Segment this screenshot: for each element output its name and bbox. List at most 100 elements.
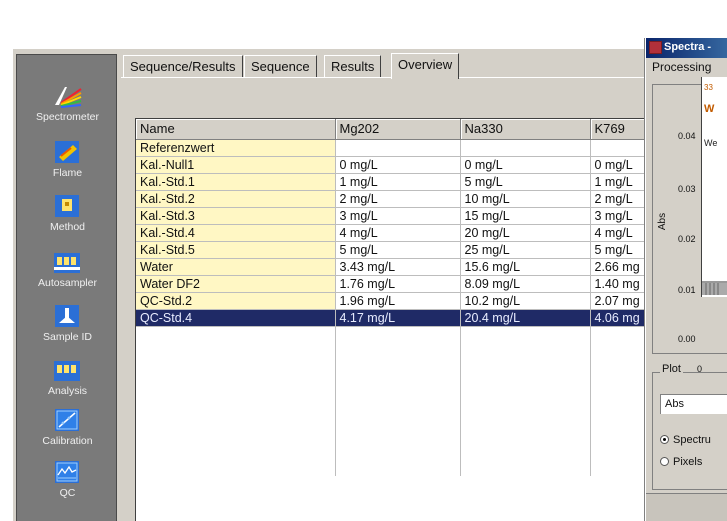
sidebar-item-label: Sample ID xyxy=(42,331,93,343)
sidebar-item-spectrometer[interactable]: Spectrometer xyxy=(17,83,116,135)
sidebar-item-flame[interactable]: Flame xyxy=(17,139,116,191)
table-row[interactable]: Kal.-Std.4 4 mg/L 20 mg/L 4 mg/L xyxy=(136,224,651,242)
tab-overview[interactable]: Overview xyxy=(391,53,460,79)
table-row[interactable]: Water 3.43 mg/L 15.6 mg/L 2.66 mg xyxy=(136,258,651,276)
sidebar: Spectrometer Flame Method Autosampler Sa… xyxy=(16,54,117,521)
cell-value[interactable]: 1 mg/L xyxy=(590,173,651,191)
cell-value[interactable]: 1.96 mg/L xyxy=(335,292,461,310)
sidebar-item-label: QC xyxy=(59,487,76,499)
cell-value[interactable]: 2.07 mg xyxy=(590,292,651,310)
flame-icon xyxy=(55,141,79,163)
cell-value[interactable]: 10 mg/L xyxy=(460,190,591,208)
cell-value[interactable]: 0 mg/L xyxy=(460,156,591,174)
table-empty-area xyxy=(136,326,651,476)
sidebar-item-sample-id[interactable]: Sample ID xyxy=(17,303,116,355)
cell-value[interactable]: 2 mg/L xyxy=(335,190,461,208)
cell-value[interactable] xyxy=(590,139,651,157)
cell-value[interactable]: 25 mg/L xyxy=(460,241,591,259)
cell-name[interactable]: Kal.-Null1 xyxy=(136,156,336,174)
cell-value[interactable]: 1.76 mg/L xyxy=(335,275,461,293)
cell-value[interactable] xyxy=(335,139,461,157)
column-header-mg202[interactable]: Mg202 xyxy=(335,119,461,140)
cell-value[interactable]: 3 mg/L xyxy=(335,207,461,225)
radio-unselected-icon xyxy=(660,457,669,466)
sidebar-item-autosampler[interactable]: Autosampler xyxy=(17,249,116,301)
y-tick-label: 0.02 xyxy=(678,234,696,244)
cell-value[interactable]: 4 mg/L xyxy=(335,224,461,242)
y-axis-label: Abs xyxy=(657,212,669,231)
table-row-selected[interactable]: QC-Std.4 4.17 mg/L 20.4 mg/L 4.06 mg xyxy=(136,309,651,327)
sidebar-item-calibration[interactable]: Calibration xyxy=(17,407,116,459)
table-row[interactable]: Kal.-Std.3 3 mg/L 15 mg/L 3 mg/L xyxy=(136,207,651,225)
cell-value[interactable]: 20 mg/L xyxy=(460,224,591,242)
legend-text: 33 xyxy=(704,83,713,92)
app-icon xyxy=(649,41,662,54)
cell-value[interactable]: 15 mg/L xyxy=(460,207,591,225)
cell-value[interactable]: 1.40 mg xyxy=(590,275,651,293)
sidebar-item-qc[interactable]: QC xyxy=(17,459,116,511)
tab-sequence-results[interactable]: Sequence/Results xyxy=(123,55,243,77)
cell-name[interactable]: QC-Std.2 xyxy=(136,292,336,310)
table-row[interactable]: QC-Std.2 1.96 mg/L 10.2 mg/L 2.07 mg xyxy=(136,292,651,310)
sidebar-item-label: Analysis xyxy=(47,385,88,397)
method-icon xyxy=(55,195,79,217)
tab-results[interactable]: Results xyxy=(324,55,382,77)
cell-name[interactable]: Kal.-Std.4 xyxy=(136,224,336,242)
table-row[interactable]: Kal.-Std.1 1 mg/L 5 mg/L 1 mg/L xyxy=(136,173,651,191)
cell-value[interactable]: 5 mg/L xyxy=(335,241,461,259)
cell-value[interactable]: 4 mg/L xyxy=(590,224,651,242)
desktop: Spectrometer Flame Method Autosampler Sa… xyxy=(0,0,727,521)
cell-value[interactable]: 15.6 mg/L xyxy=(460,258,591,276)
cell-name[interactable]: Referenzwert xyxy=(136,139,336,157)
cell-value[interactable]: 5 mg/L xyxy=(590,241,651,259)
cell-value[interactable]: 3.43 mg/L xyxy=(335,258,461,276)
plot-type-select[interactable]: Abs xyxy=(660,394,727,414)
column-header-name[interactable]: Name xyxy=(136,119,336,140)
sidebar-item-label: Calibration xyxy=(42,435,93,447)
cell-name[interactable]: QC-Std.4 xyxy=(136,309,336,327)
overview-panel: Name Mg202 Na330 K769 Referenzwert Kal.-… xyxy=(121,77,653,521)
cell-value[interactable]: 20.4 mg/L xyxy=(460,309,591,327)
cell-value[interactable]: 3 mg/L xyxy=(590,207,651,225)
cell-value[interactable]: 8.09 mg/L xyxy=(460,275,591,293)
radio-pixels[interactable]: Pixels xyxy=(660,456,727,472)
column-header-k769[interactable]: K769 xyxy=(590,119,651,140)
spectrometer-icon xyxy=(55,87,82,108)
table-row[interactable]: Kal.-Std.2 2 mg/L 10 mg/L 2 mg/L xyxy=(136,190,651,208)
cell-value[interactable]: 4.06 mg xyxy=(590,309,651,327)
processing-menu[interactable]: Processing xyxy=(652,60,711,74)
table-row[interactable]: Water DF2 1.76 mg/L 8.09 mg/L 1.40 mg xyxy=(136,275,651,293)
cell-value[interactable]: 2 mg/L xyxy=(590,190,651,208)
sidebar-item-analysis[interactable]: Analysis xyxy=(17,357,116,409)
table-row[interactable]: Referenzwert xyxy=(136,139,651,157)
cell-value[interactable]: 10.2 mg/L xyxy=(460,292,591,310)
analysis-icon xyxy=(54,361,80,381)
cell-name[interactable]: Water xyxy=(136,258,336,276)
column-header-na330[interactable]: Na330 xyxy=(460,119,591,140)
cell-name[interactable]: Kal.-Std.5 xyxy=(136,241,336,259)
cell-value[interactable]: 0 mg/L xyxy=(590,156,651,174)
sample-id-icon xyxy=(55,305,79,327)
spectra-status-area xyxy=(646,493,727,521)
cell-name[interactable]: Kal.-Std.2 xyxy=(136,190,336,208)
qc-icon xyxy=(55,461,79,483)
y-tick-label: 0.04 xyxy=(678,131,696,141)
cell-name[interactable]: Kal.-Std.3 xyxy=(136,207,336,225)
plot-group-label: Plot xyxy=(660,363,683,375)
radio-spectrum[interactable]: Spectru xyxy=(660,434,727,450)
table-row[interactable]: Kal.-Std.5 5 mg/L 25 mg/L 5 mg/L xyxy=(136,241,651,259)
cell-value[interactable] xyxy=(460,139,591,157)
cell-value[interactable]: 5 mg/L xyxy=(460,173,591,191)
cell-name[interactable]: Kal.-Std.1 xyxy=(136,173,336,191)
table-row[interactable]: Kal.-Null1 0 mg/L 0 mg/L 0 mg/L xyxy=(136,156,651,174)
cell-value[interactable]: 0 mg/L xyxy=(335,156,461,174)
cell-value[interactable]: 1 mg/L xyxy=(335,173,461,191)
results-grid[interactable]: Name Mg202 Na330 K769 Referenzwert Kal.-… xyxy=(135,118,651,521)
tab-sequence[interactable]: Sequence xyxy=(244,55,317,77)
sidebar-item-method[interactable]: Method xyxy=(17,193,116,245)
spectra-titlebar[interactable]: Spectra - xyxy=(646,38,727,58)
cell-value[interactable]: 2.66 mg xyxy=(590,258,651,276)
radio-label: Spectru xyxy=(673,434,711,446)
cell-value[interactable]: 4.17 mg/L xyxy=(335,309,461,327)
cell-name[interactable]: Water DF2 xyxy=(136,275,336,293)
